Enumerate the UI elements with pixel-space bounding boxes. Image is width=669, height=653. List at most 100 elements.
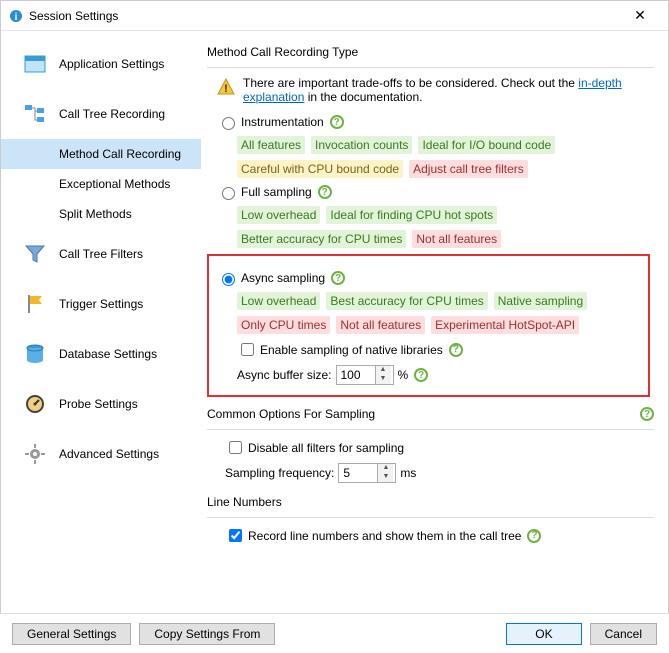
enable-native-checkbox[interactable]	[241, 343, 254, 356]
sampling-frequency-input[interactable]	[339, 466, 377, 480]
record-lines-checkbox[interactable]	[229, 529, 242, 542]
sidebar-item-label: Trigger Settings	[59, 297, 143, 311]
sidebar-item-probe-settings[interactable]: Probe Settings	[1, 379, 201, 429]
section-method-call-recording-type: Method Call Recording Type	[207, 45, 654, 59]
sidebar-item-trigger-settings[interactable]: Trigger Settings	[1, 279, 201, 329]
gear-icon	[21, 443, 49, 465]
sidebar-item-label: Database Settings	[59, 347, 157, 361]
help-icon[interactable]: ?	[449, 343, 463, 357]
help-icon[interactable]: ?	[330, 115, 344, 129]
warning-text: There are important trade-offs to be con…	[243, 76, 654, 104]
unit-label: ms	[400, 466, 416, 480]
titlebar: i Session Settings ✕	[1, 1, 668, 31]
window-icon	[21, 55, 49, 73]
sampling-frequency-row: Sampling frequency: ▲▼ ms	[225, 463, 654, 483]
sidebar-item-label: Method Call Recording	[59, 147, 181, 161]
app-icon: i	[9, 9, 23, 23]
warning-icon: !	[217, 78, 235, 99]
tag: Best accuracy for CPU times	[326, 292, 487, 310]
tag: Native sampling	[494, 292, 587, 310]
radio-full-sampling[interactable]: Full sampling ?	[217, 184, 654, 200]
section-line-numbers: Line Numbers	[207, 495, 654, 509]
footer: General Settings Copy Settings From OK C…	[0, 613, 669, 653]
help-icon[interactable]: ?	[414, 368, 428, 382]
divider	[207, 67, 654, 68]
tag: Ideal for I/O bound code	[418, 136, 555, 154]
tag: Ideal for finding CPU hot spots	[326, 206, 497, 224]
sidebar-item-label: Call Tree Recording	[59, 107, 165, 121]
checkbox-label: Record line numbers and show them in the…	[248, 529, 521, 543]
sidebar-item-call-tree-filters[interactable]: Call Tree Filters	[1, 229, 201, 279]
radio-instrumentation[interactable]: Instrumentation ?	[217, 114, 654, 130]
sidebar-item-label: Advanced Settings	[59, 447, 159, 461]
checkbox-label: Enable sampling of native libraries	[260, 343, 443, 357]
tag: Invocation counts	[311, 136, 412, 154]
spinner-arrows[interactable]: ▲▼	[377, 464, 393, 482]
disable-filters-row: Disable all filters for sampling	[225, 438, 654, 457]
help-icon[interactable]: ?	[527, 529, 541, 543]
general-settings-button[interactable]: General Settings	[12, 623, 131, 645]
sidebar-item-call-tree-recording[interactable]: Call Tree Recording	[1, 89, 201, 139]
flag-icon	[21, 293, 49, 315]
async-buffer-input[interactable]	[337, 368, 375, 382]
record-lines-row: Record line numbers and show them in the…	[225, 526, 654, 545]
field-label: Sampling frequency:	[225, 466, 334, 480]
radio-async-sampling[interactable]: Async sampling ?	[217, 270, 642, 286]
window-title: Session Settings	[29, 9, 620, 23]
radio-label: Instrumentation	[241, 115, 324, 129]
divider	[207, 517, 654, 518]
tag: Low overhead	[237, 292, 320, 310]
async-sampling-highlight-box: Async sampling ? Low overhead Best accur…	[207, 254, 650, 397]
tag: Not all features	[412, 230, 501, 248]
fullsampling-tags: Low overhead Ideal for finding CPU hot s…	[237, 206, 654, 224]
spinner-arrows[interactable]: ▲▼	[375, 366, 391, 384]
async-tags: Low overhead Best accuracy for CPU times…	[237, 292, 642, 310]
divider	[207, 429, 654, 430]
tree-icon	[21, 104, 49, 124]
enable-native-row: Enable sampling of native libraries ?	[237, 340, 642, 359]
help-icon[interactable]: ?	[318, 185, 332, 199]
disable-filters-checkbox[interactable]	[229, 441, 242, 454]
svg-text:i: i	[15, 12, 18, 23]
warning-message: ! There are important trade-offs to be c…	[217, 76, 654, 104]
radio-label: Full sampling	[241, 185, 312, 199]
field-label: Async buffer size:	[237, 368, 332, 382]
sidebar-item-database-settings[interactable]: Database Settings	[1, 329, 201, 379]
filter-icon	[21, 244, 49, 264]
radio-instrumentation-input[interactable]	[222, 117, 235, 130]
tag: All features	[237, 136, 305, 154]
async-tags-2: Only CPU times Not all features Experime…	[237, 316, 642, 334]
tag: Careful with CPU bound code	[237, 160, 403, 178]
sidebar: Application Settings Call Tree Recording…	[1, 31, 201, 611]
radio-async-sampling-input[interactable]	[222, 273, 235, 286]
sidebar-item-advanced-settings[interactable]: Advanced Settings	[1, 429, 201, 479]
help-icon[interactable]: ?	[640, 407, 654, 421]
sampling-frequency-spinner[interactable]: ▲▼	[338, 463, 396, 483]
gauge-icon	[21, 393, 49, 415]
help-icon[interactable]: ?	[331, 271, 345, 285]
async-buffer-spinner[interactable]: ▲▼	[336, 365, 394, 385]
async-buffer-row: Async buffer size: ▲▼ % ?	[237, 365, 642, 385]
cancel-button[interactable]: Cancel	[590, 623, 657, 645]
section-label: Common Options For Sampling	[207, 407, 375, 421]
sidebar-item-label: Application Settings	[59, 57, 164, 71]
ok-button[interactable]: OK	[506, 623, 581, 645]
sidebar-item-split-methods[interactable]: Split Methods	[1, 199, 201, 229]
sidebar-item-method-call-recording[interactable]: Method Call Recording	[1, 139, 201, 169]
section-label: Method Call Recording Type	[207, 45, 358, 59]
tag: Not all features	[336, 316, 425, 334]
sidebar-item-exceptional-methods[interactable]: Exceptional Methods	[1, 169, 201, 199]
radio-full-sampling-input[interactable]	[222, 187, 235, 200]
checkbox-label: Disable all filters for sampling	[248, 441, 404, 455]
close-button[interactable]: ✕	[620, 7, 660, 24]
sidebar-item-application-settings[interactable]: Application Settings	[1, 39, 201, 89]
instrumentation-tags-2: Careful with CPU bound code Adjust call …	[237, 160, 654, 178]
sidebar-item-label: Call Tree Filters	[59, 247, 143, 261]
tag: Only CPU times	[237, 316, 330, 334]
copy-settings-button[interactable]: Copy Settings From	[139, 623, 275, 645]
tag: Experimental HotSpot-API	[431, 316, 579, 334]
content-panel: Method Call Recording Type ! There are i…	[201, 31, 668, 611]
instrumentation-tags: All features Invocation counts Ideal for…	[237, 136, 654, 154]
section-common-options: Common Options For Sampling ?	[207, 407, 654, 421]
sidebar-item-label: Probe Settings	[59, 397, 138, 411]
